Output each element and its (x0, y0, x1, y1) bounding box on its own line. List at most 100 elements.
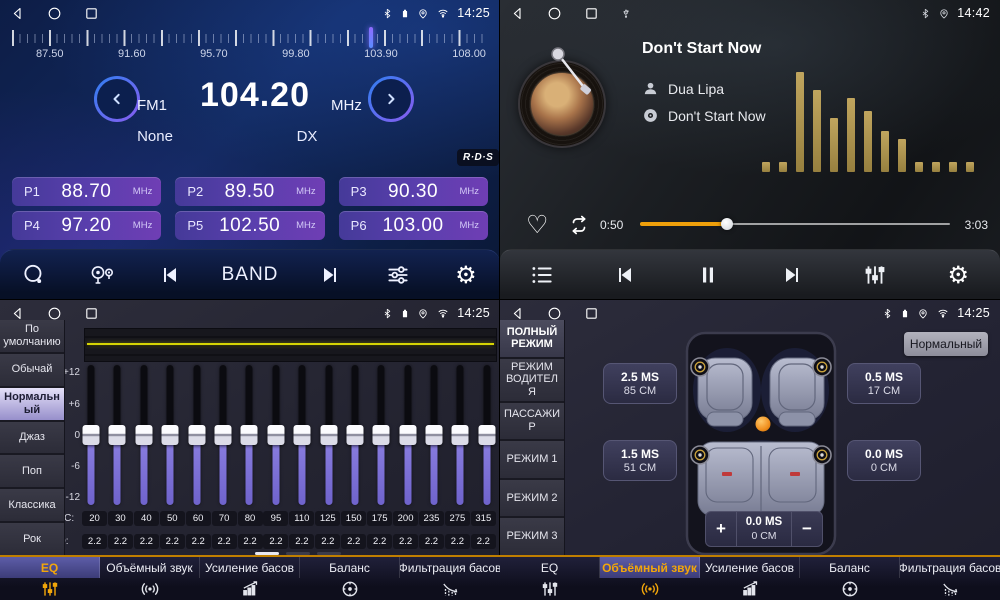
seek-bar[interactable] (640, 223, 950, 225)
bluetooth-icon (920, 7, 931, 20)
eq-vertical-sliders-icon[interactable] (858, 262, 892, 288)
progress-row: ♡ 0:50 3:03 (500, 210, 1000, 240)
next-icon[interactable] (313, 263, 347, 287)
eq-curve-line (87, 343, 494, 345)
home-icon[interactable] (47, 306, 62, 321)
scan-icon[interactable] (17, 262, 51, 288)
delay-rear-left-button[interactable]: 1.5 MS 51 CM (603, 440, 677, 481)
profile-button[interactable]: Нормальный (904, 332, 988, 356)
eq-band-slider[interactable] (478, 362, 496, 508)
recents-icon[interactable] (584, 306, 599, 321)
eq-band-slider[interactable] (372, 362, 390, 508)
mode-driver[interactable]: РЕЖИМ ВОДИТЕЛЯ (500, 359, 564, 403)
fc-value: 175 (367, 511, 392, 526)
settings-gear-icon[interactable]: ⚙ (941, 261, 975, 289)
tune-up-button[interactable] (368, 76, 414, 122)
eq-band-sliders (82, 362, 496, 508)
home-icon[interactable] (547, 6, 562, 21)
settings-gear-icon[interactable]: ⚙ (449, 261, 483, 289)
recents-icon[interactable] (584, 6, 599, 21)
back-icon[interactable] (510, 306, 525, 321)
tab-surround[interactable]: Объёмный звук (100, 557, 200, 600)
tab-eq[interactable]: EQ (0, 557, 100, 600)
delay-front-right-button[interactable]: 0.5 MS 17 CM (847, 363, 921, 404)
q-value: 2.2 (315, 534, 340, 549)
tab-bass-boost[interactable]: Усиление басов (200, 557, 300, 600)
favorite-heart-icon[interactable]: ♡ (526, 210, 548, 239)
preset-custom[interactable]: Обычай (0, 354, 64, 388)
q-value: 2.2 (238, 534, 263, 549)
delay-adjust-control: + 0.0 MS 0 CM − (705, 511, 823, 547)
delay-rear-right-button[interactable]: 0.0 MS 0 CM (847, 440, 921, 481)
tab-filter[interactable]: Фильтрация басов (900, 557, 1000, 600)
mode-2[interactable]: РЕЖИМ 2 (500, 480, 564, 519)
back-icon[interactable] (10, 6, 25, 21)
preset-rock[interactable]: Рок (0, 523, 64, 557)
previous-icon[interactable] (608, 263, 642, 287)
preset-jazz[interactable]: Джаз (0, 422, 64, 456)
eq-band-slider[interactable] (108, 362, 126, 508)
eq-band-slider[interactable] (214, 362, 232, 508)
band-button[interactable]: BAND (222, 264, 279, 286)
tab-surround[interactable]: Объёмный звук (600, 557, 700, 600)
playlist-icon[interactable] (525, 262, 559, 288)
eq-band-slider[interactable] (293, 362, 311, 508)
q-value: 2.2 (289, 534, 314, 549)
eq-band-slider[interactable] (240, 362, 258, 508)
mode-1[interactable]: РЕЖИМ 1 (500, 441, 564, 480)
mode-passenger[interactable]: ПАССАЖИР (500, 403, 564, 442)
increase-button[interactable]: + (706, 512, 737, 546)
tab-balance[interactable]: Баланс (800, 557, 900, 600)
clock: 14:25 (457, 6, 490, 20)
broadcast-icon[interactable] (85, 262, 119, 288)
repeat-icon[interactable] (566, 213, 592, 242)
back-icon[interactable] (10, 306, 25, 321)
preset-button-3[interactable]: P390.30MHz (339, 177, 488, 206)
eq-band-slider[interactable] (267, 362, 285, 508)
previous-icon[interactable] (153, 263, 187, 287)
eq-band-slider[interactable] (399, 362, 417, 508)
fc-value: 80 (238, 511, 263, 526)
eq-band-slider[interactable] (188, 362, 206, 508)
tab-balance[interactable]: Баланс (300, 557, 400, 600)
fc-value: 50 (160, 511, 185, 526)
tab-eq[interactable]: EQ (500, 557, 600, 600)
adjust-value: 0.0 MS 0 CM (737, 512, 791, 546)
q-value: 2.2 (445, 534, 470, 549)
eq-band-slider[interactable] (135, 362, 153, 508)
eq-band-slider[interactable] (161, 362, 179, 508)
seek-thumb[interactable] (721, 218, 733, 230)
eq-band-slider[interactable] (425, 362, 443, 508)
back-icon[interactable] (510, 6, 525, 21)
preset-button-1[interactable]: P188.70MHz (12, 177, 161, 206)
visualizer (762, 60, 986, 172)
eq-band-slider[interactable] (451, 362, 469, 508)
delay-front-left-button[interactable]: 2.5 MS 85 CM (603, 363, 677, 404)
preset-button-2[interactable]: P289.50MHz (175, 177, 324, 206)
decrease-button[interactable]: − (791, 512, 822, 546)
preset-classic[interactable]: Классика (0, 489, 64, 523)
eq-sliders-icon[interactable] (381, 262, 415, 288)
visualizer-bar (915, 162, 923, 172)
home-icon[interactable] (47, 6, 62, 21)
preset-normal-selected[interactable]: Нормальный (0, 388, 64, 422)
preset-button-5[interactable]: P5102.50MHz (175, 211, 324, 240)
tune-down-button[interactable] (94, 76, 140, 122)
home-icon[interactable] (547, 306, 562, 321)
preset-button-6[interactable]: P6103.00MHz (339, 211, 488, 240)
chevron-left-icon (107, 89, 127, 109)
fc-value: 150 (341, 511, 366, 526)
eq-band-slider[interactable] (346, 362, 364, 508)
frequency-ruler[interactable]: 87.5091.60 95.7099.80 103.90108.00 (0, 26, 500, 64)
preset-pop[interactable]: Поп (0, 455, 64, 489)
tab-bass-boost[interactable]: Усиление басов (700, 557, 800, 600)
pause-icon[interactable] (691, 263, 725, 287)
eq-band-slider[interactable] (320, 362, 338, 508)
recents-icon[interactable] (84, 306, 99, 321)
next-icon[interactable] (775, 263, 809, 287)
tab-filter[interactable]: Фильтрация басов (400, 557, 500, 600)
eq-band-slider[interactable] (82, 362, 100, 508)
mode-3[interactable]: РЕЖИМ 3 (500, 518, 564, 557)
preset-button-4[interactable]: P497.20MHz (12, 211, 161, 240)
recents-icon[interactable] (84, 6, 99, 21)
